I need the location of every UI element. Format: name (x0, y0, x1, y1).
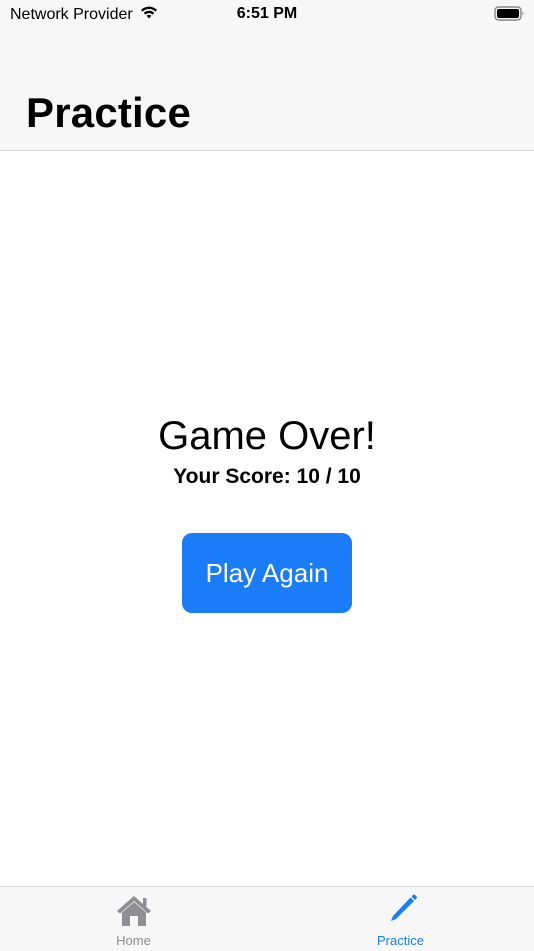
practice-content: Game Over! Your Score: 10 / 10 Play Agai… (0, 151, 534, 886)
house-icon (114, 893, 154, 929)
battery-icon (494, 5, 526, 23)
tab-practice[interactable]: Practice (267, 887, 534, 951)
pencil-icon (381, 893, 421, 929)
status-time: 6:51 PM (236, 5, 298, 22)
score-label: Your Score: 10 / 10 (173, 465, 361, 488)
tab-bar: Home Practice (0, 886, 534, 951)
game-over-heading: Game Over! (158, 414, 376, 458)
play-again-button[interactable]: Play Again (182, 533, 352, 613)
top-bar: Network Provider 6:51 PM Practice (0, 0, 534, 151)
tab-practice-label: Practice (377, 933, 424, 948)
tab-home[interactable]: Home (0, 887, 267, 951)
tab-home-label: Home (116, 933, 151, 948)
page-title: Practice (26, 89, 192, 136)
status-bar: Network Provider 6:51 PM (0, 0, 534, 30)
